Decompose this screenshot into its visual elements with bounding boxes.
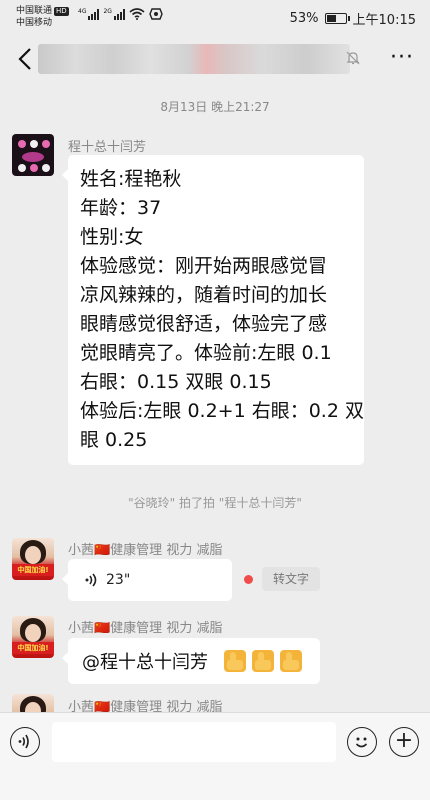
sender-name: 程十总十闫芳	[68, 140, 147, 155]
voice-mode-icon	[18, 734, 29, 749]
voice-mode-button[interactable]	[10, 727, 40, 757]
nfc-icon	[149, 8, 163, 20]
battery-icon	[324, 13, 350, 24]
status-right: 53% 上午10:15	[290, 9, 416, 28]
sender-name: 小茜🇨🇳健康管理 视力 减脂	[68, 543, 223, 558]
bottom-strip	[0, 772, 430, 800]
avatar[interactable]: 中国加油!	[12, 538, 54, 580]
carrier-1: 中国联通	[16, 6, 53, 16]
voice-message-bubble[interactable]: 23"	[62, 559, 232, 601]
emoji-button[interactable]	[347, 727, 377, 757]
pat-notice: "谷晓玲" 拍了拍 "程十总十闫芳"	[128, 496, 302, 510]
chat-name-blurred	[38, 44, 350, 74]
sender-name: 小茜🇨🇳健康管理 视力 减脂	[68, 621, 223, 636]
chevron-left-icon	[18, 48, 31, 70]
mention-text: @程十总十闫芳	[82, 652, 208, 673]
avatar[interactable]: 中国加油!	[12, 616, 54, 658]
voice-wave-icon	[85, 573, 97, 587]
chat-title-bar: ···	[0, 36, 430, 84]
thumbs-up-icon	[280, 650, 302, 672]
voice-duration: 23"	[106, 572, 131, 588]
input-bar: +	[0, 712, 430, 772]
status-bar: 中国联通 HD 中国移动 4G 2G 53% 上午10:15	[0, 0, 430, 36]
avatar[interactable]	[12, 134, 54, 176]
more-button[interactable]: ···	[390, 44, 414, 72]
clock: 上午10:15	[352, 13, 416, 28]
message-bubble[interactable]: @程十总十闫芳	[62, 638, 320, 684]
thumbs-up-icon	[252, 650, 274, 672]
unread-dot	[244, 575, 253, 584]
chat-timestamp: 8月13日 晚上21:27	[160, 100, 270, 114]
message-text: 姓名:程艳秋 年龄：37 性别:女 体验感觉：刚开始两眼感觉冒 凉风辣辣的，随着…	[80, 168, 364, 451]
convert-to-text-button[interactable]: 转文字	[262, 567, 320, 591]
signal-icons: 4G 2G	[78, 8, 163, 20]
carrier-info: 中国联通 HD 中国移动	[16, 5, 69, 29]
emoji-icon	[355, 737, 368, 748]
message-bubble[interactable]: 姓名:程艳秋 年龄：37 性别:女 体验感觉：刚开始两眼感觉冒 凉风辣辣的，随着…	[62, 155, 364, 465]
back-button[interactable]	[10, 44, 40, 74]
bell-off-icon	[346, 51, 360, 65]
wifi-icon	[129, 8, 145, 20]
more-dots-icon: ···	[390, 45, 414, 70]
battery-percent: 53%	[289, 11, 319, 26]
plus-icon: +	[394, 728, 414, 753]
plus-button[interactable]: +	[389, 727, 419, 757]
carrier-2: 中国移动	[16, 18, 53, 28]
hd-badge: HD	[54, 7, 69, 16]
signal-2g-icon: 2G	[103, 8, 125, 20]
signal-4g-icon: 4G	[78, 8, 100, 20]
thumbs-up-icon	[224, 650, 246, 672]
message-input[interactable]	[52, 722, 336, 762]
